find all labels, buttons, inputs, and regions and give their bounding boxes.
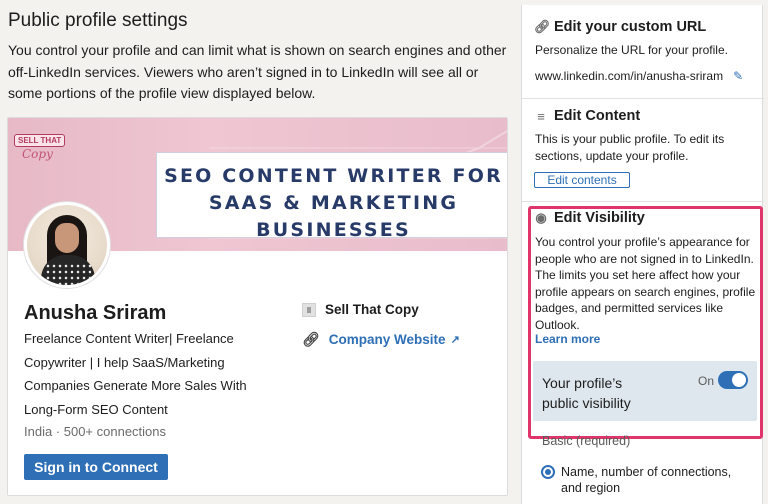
custom-url-title: 🔗︎ Edit your custom URL <box>534 19 707 35</box>
profile-name: Anusha Sriram <box>24 302 167 324</box>
company-website-label: Company Website <box>328 332 446 347</box>
sign-in-to-connect-button[interactable]: Sign in to Connect <box>24 454 168 480</box>
visibility-highlight-frame <box>528 206 763 439</box>
sell-that-copy-logo: SELL THAT Copy <box>14 134 66 166</box>
public-profile-preview: SELL THAT Copy SEO CONTENT WRITER FOR SA… <box>7 117 508 496</box>
banner-headline-text: SEO CONTENT WRITER FOR SAAS & MARKETING … <box>164 165 503 241</box>
company-name: Sell That Copy <box>325 302 419 317</box>
intro-text: You control your profile and can limit w… <box>8 42 507 101</box>
location-connections: India · 500+ connections <box>24 424 167 439</box>
edit-contents-button[interactable]: Edit contents <box>534 172 630 188</box>
company-logo-icon <box>302 302 316 317</box>
text-lines-icon: ≡ <box>537 108 545 124</box>
basic-option-row[interactable]: Name, number of connections, and region <box>541 464 741 496</box>
custom-url-desc: Personalize the URL for your profile. <box>535 43 728 57</box>
edit-content-title: ≡ Edit Content <box>534 108 640 124</box>
avatar <box>24 202 110 288</box>
banner-headline-box: SEO CONTENT WRITER FOR SAAS & MARKETING … <box>156 152 507 241</box>
custom-url-row: www.linkedin.com/in/anusha-sriram ✎ <box>535 69 743 83</box>
page-title: Public profile settings <box>8 10 188 31</box>
basic-option-label: Name, number of connections, and region <box>561 465 732 495</box>
company-link[interactable]: Sell That Copy <box>302 302 419 317</box>
link-icon: 🔗︎ <box>534 19 551 34</box>
company-website-link[interactable]: 🔗︎ Company Website ↗ <box>302 331 460 348</box>
edit-pencil-icon[interactable]: ✎ <box>733 69 743 83</box>
divider <box>522 98 764 99</box>
profile-headline: Freelance Content Writer| Freelance Copy… <box>24 331 247 417</box>
custom-url-value: www.linkedin.com/in/anusha-sriram <box>535 69 724 83</box>
divider <box>522 201 764 202</box>
basic-required-label: Basic (required) <box>542 434 631 448</box>
edit-content-desc: This is your public profile. To edit its… <box>535 132 725 163</box>
link-icon: 🔗︎ <box>302 331 320 347</box>
selected-radio[interactable] <box>541 465 555 479</box>
external-link-icon: ↗ <box>450 334 460 346</box>
